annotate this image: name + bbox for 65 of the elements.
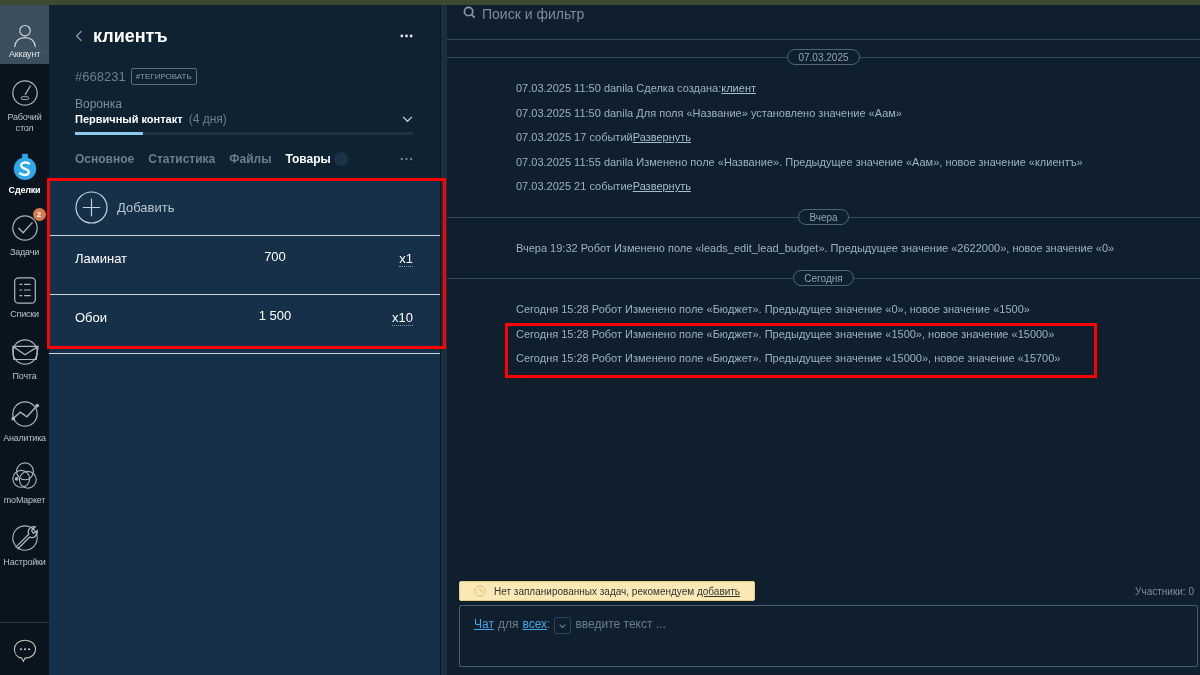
task-notice-text: Нет запланированных задач, рекомендуем добавить: [494, 585, 741, 597]
event-entry: 07.03.2025 11:50 danila Для поля «Название» установлено значение «Аам»: [515, 106, 903, 121]
tag-button[interactable]: #ТЕГИРОВАТЬ: [130, 67, 197, 85]
event-entry: 07.03.2025 21 событиеРазвернуть: [515, 180, 692, 194]
nav-item[interactable]: Настройки: [0, 509, 49, 571]
nav-item[interactable]: Сделки: [0, 137, 49, 199]
search-icon: [463, 6, 476, 19]
chat-placeholder: введите текст ...: [575, 617, 666, 631]
more-icon[interactable]: [400, 34, 413, 38]
event-link[interactable]: Развернуть: [632, 180, 691, 192]
date-separator: 07.03.2025: [787, 49, 860, 65]
event-link[interactable]: клиент: [721, 82, 756, 94]
wrench-icon: [9, 523, 40, 553]
product-name: Ламинат: [75, 250, 129, 266]
search-input[interactable]: Поиск и фильтр: [482, 6, 682, 22]
product-quantity[interactable]: x1: [399, 249, 413, 267]
product-quantity[interactable]: x10: [392, 308, 413, 326]
chat-to-label: для: [497, 617, 519, 631]
nav-item[interactable]: Списки: [0, 261, 49, 323]
nav-item[interactable]: moМаркет: [0, 447, 49, 509]
colon-label: :: [547, 617, 551, 631]
chat-bubble-icon[interactable]: [11, 637, 38, 663]
add-task-link[interactable]: добавить: [696, 585, 741, 597]
event-entry: Вчера 19:32 Робот Изменено поле «leads_edit_lead_budget». Предыдущее значение «2622000», новое значение «0»: [515, 241, 1116, 256]
event-entry: Сегодня 15:28 Робот Изменено поле «Бюджет». Предыдущее значение «0», новое значение «1500»: [515, 303, 1031, 317]
checkmark-circle-icon: [9, 213, 40, 243]
chat-link[interactable]: Чат: [474, 617, 494, 631]
back-chevron-icon[interactable]: [75, 30, 83, 42]
nav-item[interactable]: Аналитика: [0, 385, 49, 447]
chat-input-field[interactable]: Чат для всех: введите текст ...: [459, 605, 1198, 667]
event-entry: Сегодня 15:28 Робот Изменено поле «Бюджет». Предыдущее значение «1500», новое значение «15000»: [515, 327, 1056, 342]
dropdown-chevron-icon: [402, 115, 413, 123]
stage-select[interactable]: Первичный контакт (4 дня): [75, 112, 413, 126]
product-price: 1 500: [257, 308, 293, 323]
plus-circle-icon: [75, 191, 108, 224]
date-separator: Вчера: [798, 208, 849, 225]
speedometer-icon: [9, 78, 40, 108]
event-entry: 07.03.2025 17 событийРазвернуть: [515, 131, 692, 145]
tab[interactable]: Файлы: [229, 152, 272, 166]
nav-item[interactable]: 2 Задачи: [0, 199, 49, 261]
account-photo-placeholder[interactable]: Аккаунт: [0, 5, 49, 64]
add-product-button[interactable]: Добавить: [49, 180, 440, 236]
clock-icon: [474, 585, 486, 597]
line-chart-icon: [9, 399, 40, 429]
tab[interactable]: Основное: [75, 152, 135, 166]
search-field[interactable]: Поиск и фильтр: [447, 5, 1200, 40]
tab[interactable]: Статистика: [148, 152, 216, 166]
event-link[interactable]: Развернуть: [632, 131, 691, 143]
lead-id: #668231: [75, 68, 126, 84]
product-price: 700: [263, 249, 287, 264]
envelope-icon: [9, 337, 40, 367]
event-entry: 07.03.2025 11:55 danila Изменено поле «Название». Предыдущее значение «Аам», новое значение «клиентъ»: [515, 155, 1084, 170]
event-entry: 07.03.2025 11:50 danila Сделка создана:клиент: [515, 82, 757, 96]
product-name: Обои: [75, 309, 109, 325]
date-separator: Сегодня: [793, 270, 854, 286]
participants-count: Участники: 0: [1135, 585, 1194, 597]
lead-title: клиентъ: [93, 25, 169, 47]
pipeline-label: Воронка: [75, 97, 123, 111]
overlapping-circles-icon: [9, 461, 40, 491]
tab[interactable]: Товары: [285, 152, 331, 166]
nav-item[interactable]: Почта: [0, 323, 49, 385]
event-entry: Сегодня 15:28 Робот Изменено поле «Бюджет». Предыдущее значение «15000», новое значение «15700»: [515, 352, 1062, 366]
nav-item[interactable]: Рабочий стол: [0, 64, 49, 137]
count-badge: 2: [32, 208, 46, 221]
account-label: Аккаунт: [8, 49, 41, 60]
